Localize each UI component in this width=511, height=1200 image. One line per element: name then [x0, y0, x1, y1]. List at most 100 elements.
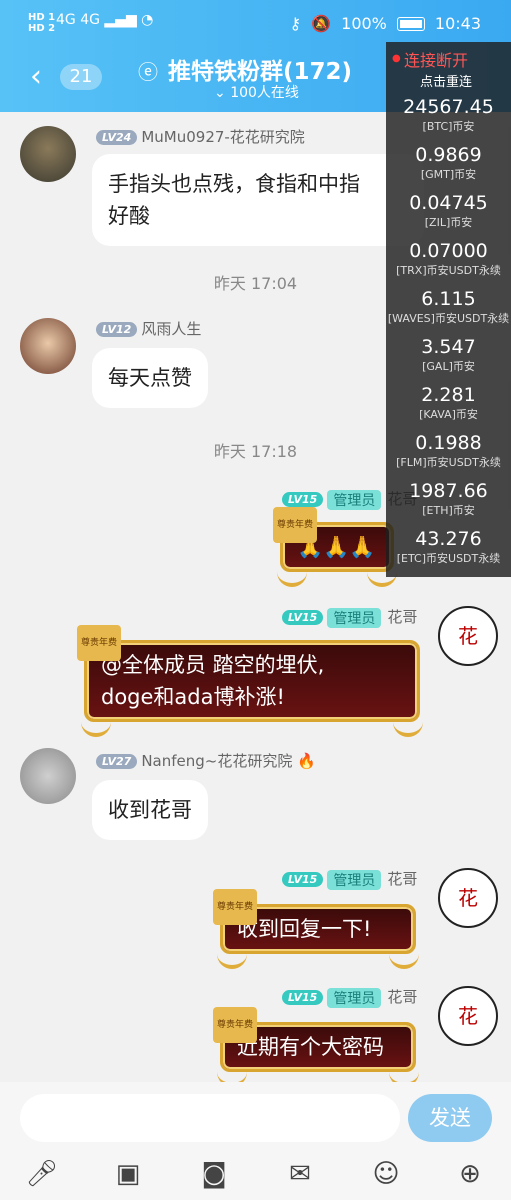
ticker-symbol: [ZIL]币安: [424, 216, 473, 229]
ticker-row[interactable]: 43.276 [ETC]币安USDT永续: [386, 526, 511, 574]
wing-decoration: [217, 941, 247, 969]
ticker-price: 2.281: [421, 384, 476, 406]
sim1-label: HD 1: [28, 12, 56, 23]
ticker-symbol: [FLM]币安USDT永续: [396, 456, 501, 469]
chevron-down-icon: ⌄: [214, 85, 231, 101]
level-badge: LV27: [96, 754, 138, 769]
ticker-price: 43.276: [415, 528, 482, 550]
avatar[interactable]: 花: [438, 606, 498, 666]
admin-role-badge: 管理员: [327, 987, 382, 1008]
message-bubble[interactable]: 尊贵年费 近期有个大密码: [213, 1007, 419, 1087]
avatar[interactable]: [20, 318, 76, 374]
unread-badge[interactable]: 21: [60, 64, 102, 90]
ticker-row[interactable]: 1987.66 [ETH]币安: [386, 478, 511, 526]
image-icon[interactable]: ▣: [108, 1154, 148, 1194]
ticker-symbol: [BTC]币安: [422, 120, 475, 133]
message-text: 每天点赞: [108, 366, 192, 390]
admin-role-badge: 管理员: [327, 489, 382, 510]
wing-decoration: [81, 709, 111, 737]
battery-icon: [396, 16, 425, 31]
message-bubble[interactable]: 尊贵年费 🙏🙏🙏: [273, 507, 397, 587]
ticker-row[interactable]: 2.281 [KAVA]币安: [386, 382, 511, 430]
connection-status: 连接断开: [386, 42, 511, 71]
avatar[interactable]: 花: [438, 868, 498, 928]
ticker-symbol: [GMT]币安: [420, 168, 477, 181]
ticker-list: 24567.45 [BTC]币安 0.9869 [GMT]币安 0.04745 [ZIL]…: [386, 94, 511, 574]
ticker-price: 24567.45: [403, 96, 494, 118]
message-bubble[interactable]: 每天点赞: [92, 348, 208, 408]
ticker-symbol: [WAVES]币安USDT永续: [387, 312, 510, 325]
level-badge: LV15: [282, 990, 324, 1005]
group-title: 推特铁粉群(172): [168, 59, 353, 85]
back-button[interactable]: ‹: [30, 62, 42, 92]
sender-name: LV15管理员花哥: [282, 868, 417, 890]
message-text: 收到回复一下!: [237, 917, 372, 941]
message-bubble[interactable]: 收到花哥: [92, 780, 208, 840]
ticker-price: 1987.66: [409, 480, 488, 502]
sender-name: LV24 MuMu0927-花花研究院: [96, 126, 305, 147]
mute-icon: 🔕: [311, 14, 332, 33]
message-text: doge和ada博补涨!: [101, 685, 285, 709]
microphone-icon[interactable]: 🎤︎: [22, 1154, 62, 1194]
wing-decoration: [393, 709, 423, 737]
ticker-row[interactable]: 3.547 [GAL]币安: [386, 334, 511, 382]
sender-name: LV15管理员花哥: [282, 606, 417, 628]
status-right: ⚷ 🔕 100% 10:43: [290, 14, 482, 33]
ticker-price: 0.04745: [409, 192, 488, 214]
plus-icon[interactable]: ⊕: [450, 1154, 490, 1194]
ticker-symbol: [ETH]币安: [422, 504, 475, 517]
message-text: 收到花哥: [108, 798, 192, 822]
signal-icon: 4G 4G ▂▄▆ ◔: [56, 12, 154, 28]
message-text: 近期有个大密码: [237, 1035, 384, 1059]
emoji-icon[interactable]: ☺: [366, 1154, 406, 1194]
ticker-row[interactable]: 6.115 [WAVES]币安USDT永续: [386, 286, 511, 334]
message-text: 好酸: [108, 204, 150, 228]
input-bar: 发送 🎤︎ ▣ ◙ ✉ ☺ ⊕: [0, 1082, 511, 1200]
ticker-symbol: [KAVA]币安: [419, 408, 478, 421]
red-packet-icon[interactable]: ✉: [280, 1154, 320, 1194]
message-text: @全体成员 踏空的埋伏,: [101, 653, 325, 677]
message-input[interactable]: [20, 1094, 400, 1142]
camera-icon[interactable]: ◙: [194, 1154, 234, 1194]
sender-name: LV12 风雨人生: [96, 318, 201, 339]
level-badge: LV24: [96, 130, 138, 145]
sim-indicators: HD 1 HD 2: [28, 12, 55, 34]
message-text: 手指头也点残，食指和中指: [108, 172, 360, 196]
vip-badge: 尊贵年费: [213, 1007, 258, 1043]
message-bubble[interactable]: 手指头也点残，食指和中指 好酸: [92, 154, 424, 246]
online-count: ⌄ 100人在线: [214, 85, 299, 101]
ticker-price: 0.07000: [409, 240, 488, 262]
fire-icon: 🔥: [297, 752, 316, 770]
avatar[interactable]: [20, 748, 76, 804]
level-badge: LV15: [282, 872, 324, 887]
ticker-row[interactable]: 24567.45 [BTC]币安: [386, 94, 511, 142]
send-button[interactable]: 发送: [408, 1094, 492, 1142]
ticker-row[interactable]: 0.1988 [FLM]币安USDT永续: [386, 430, 511, 478]
vip-badge: 尊贵年费: [77, 625, 122, 661]
sender-name: LV27 Nanfeng~花花研究院 🔥: [96, 750, 316, 771]
avatar[interactable]: [20, 126, 76, 182]
ticker-row[interactable]: 0.07000 [TRX]币安USDT永续: [386, 238, 511, 286]
vip-badge: 尊贵年费: [213, 889, 258, 925]
reconnect-button[interactable]: 点击重连: [386, 71, 511, 94]
ticker-symbol: [GAL]币安: [422, 360, 475, 373]
admin-role-badge: 管理员: [327, 607, 382, 628]
sender-name: LV15管理员花哥: [282, 986, 417, 1008]
wing-decoration: [389, 941, 419, 969]
wing-decoration: [277, 559, 307, 587]
ticker-row[interactable]: 0.9869 [GMT]币安: [386, 142, 511, 190]
level-badge: LV12: [96, 322, 138, 337]
ticker-row[interactable]: 0.04745 [ZIL]币安: [386, 190, 511, 238]
admin-role-badge: 管理员: [327, 869, 382, 890]
battery-percent: 100%: [341, 14, 387, 33]
message-bubble[interactable]: 尊贵年费 收到回复一下!: [213, 889, 419, 969]
avatar[interactable]: 花: [438, 986, 498, 1046]
ear-icon[interactable]: ⓔ: [138, 56, 158, 85]
vip-badge: 尊贵年费: [273, 507, 318, 543]
ticker-price: 6.115: [421, 288, 476, 310]
key-icon: ⚷: [289, 14, 302, 33]
message-bubble[interactable]: 尊贵年费 @全体成员 踏空的埋伏, doge和ada博补涨!: [77, 625, 423, 737]
level-badge: LV15: [282, 492, 324, 507]
ticker-price: 3.547: [421, 336, 476, 358]
price-ticker-overlay[interactable]: 连接断开 点击重连 24567.45[BTC]币安0.9869[GMT]币安0.…: [386, 42, 511, 577]
